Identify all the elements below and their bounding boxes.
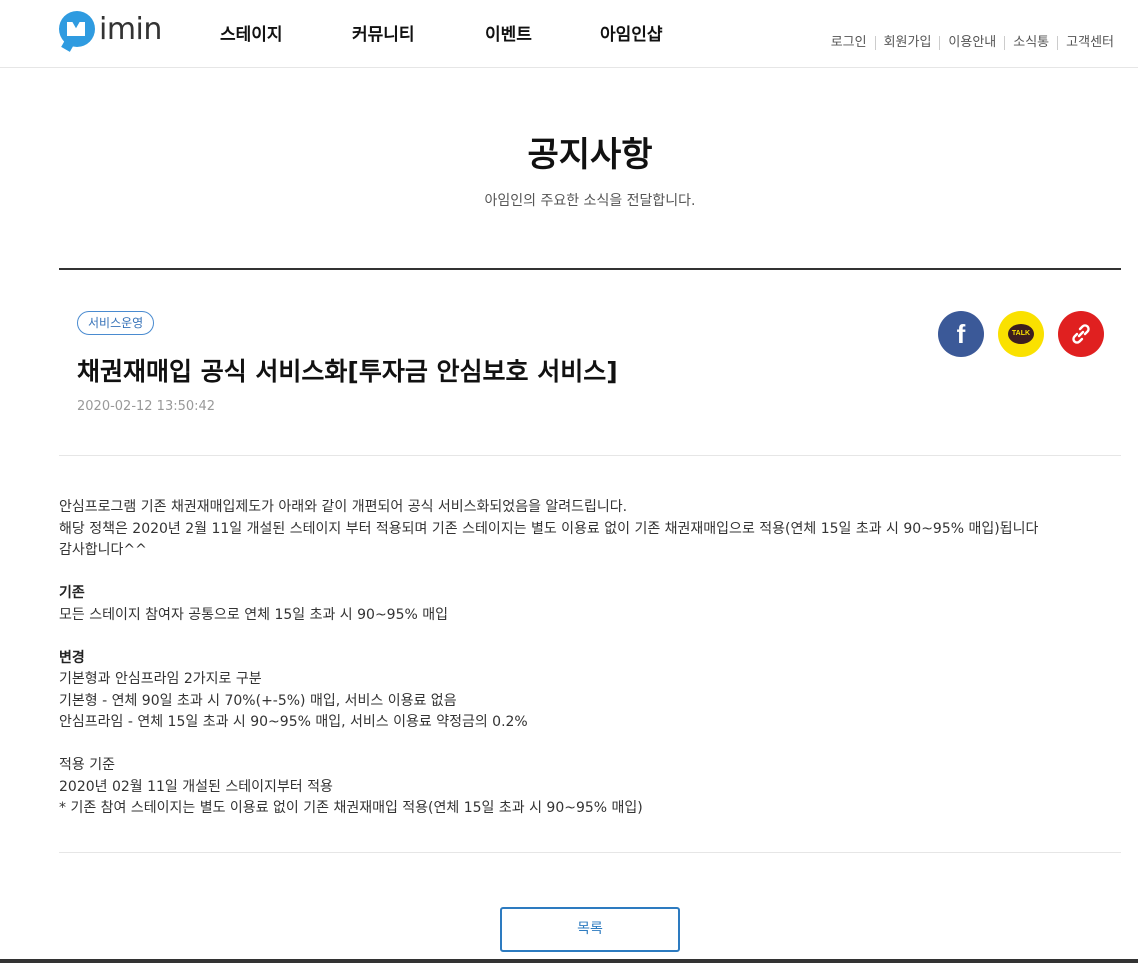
guide-link[interactable]: 이용안내 (939, 36, 1004, 50)
body-line: 기본형 - 연체 90일 초과 시 70%(+-5%) 매입, 서비스 이용료 … (59, 692, 457, 709)
page-title: 공지사항 (527, 135, 653, 175)
body-line: 감사합니다^^ (59, 542, 147, 558)
body-line: 해당 정책은 2020년 2월 11일 개설된 스테이지 부터 적용되며 기존 … (59, 520, 1039, 537)
facebook-icon: f (956, 318, 966, 349)
section-heading: 변경 (59, 649, 85, 666)
article-divider (59, 455, 1121, 456)
support-link[interactable]: 고객센터 (1057, 36, 1122, 50)
article-date: 2020-02-12 13:50:42 (77, 399, 216, 414)
site-header: imin 스테이지 커뮤니티 이벤트 아임인샵 로그인 회원가입 이용안내 소식… (0, 0, 1138, 68)
news-link[interactable]: 소식통 (1004, 36, 1057, 50)
login-link[interactable]: 로그인 (823, 36, 875, 50)
nav-event[interactable]: 이벤트 (485, 20, 532, 45)
body-line: 모든 스테이지 참여자 공통으로 연체 15일 초과 시 90~95% 매입 (59, 606, 449, 623)
category-badge: 서비스운영 (77, 311, 155, 335)
kakao-talk-icon: TALK (1008, 324, 1034, 344)
copy-link-button[interactable] (1058, 311, 1104, 357)
facebook-share-button[interactable]: f (938, 311, 984, 357)
share-buttons: f TALK (938, 311, 1118, 357)
nav-shop[interactable]: 아임인샵 (600, 20, 663, 45)
list-button[interactable]: 목록 (500, 907, 680, 952)
body-line: 안심프라임 - 연체 15일 초과 시 90~95% 매입, 서비스 이용료 약… (59, 714, 528, 730)
logo-text: imin (99, 11, 162, 47)
body-line: 안심프로그램 기존 채권재매입제도가 아래와 같이 개편되어 공식 서비스화되었… (59, 499, 628, 515)
article-title: 채권재매입 공식 서비스화[투자금 안심보호 서비스] (77, 357, 618, 386)
nav-stage[interactable]: 스테이지 (220, 20, 283, 45)
content-divider (59, 852, 1121, 853)
link-icon (1072, 324, 1090, 344)
logo-icon (59, 11, 95, 52)
bottom-bar (0, 959, 1138, 963)
body-line: * 기존 참여 스테이지는 별도 이용료 없이 기존 채권재매입 적용(연체 1… (59, 800, 643, 816)
section-heading: 기존 (59, 585, 85, 601)
nav-community[interactable]: 커뮤니티 (352, 20, 415, 45)
body-line: 2020년 02월 11일 개설된 스테이지부터 적용 (59, 778, 333, 795)
signup-link[interactable]: 회원가입 (874, 36, 940, 50)
logo[interactable]: imin (59, 11, 162, 52)
page-subtitle: 아임인의 주요한 소식을 전달합니다. (484, 193, 696, 209)
article-body: 안심프로그램 기존 채권재매입제도가 아래와 같이 개편되어 공식 서비스화되었… (59, 497, 1099, 820)
kakao-share-button[interactable]: TALK (998, 311, 1044, 357)
title-divider (59, 268, 1121, 270)
section-heading: 적용 기준 (59, 757, 115, 773)
body-line: 기본형과 안심프라임 2가지로 구분 (59, 671, 262, 687)
util-menu: 로그인 회원가입 이용안내 소식통 고객센터 (823, 36, 1122, 50)
